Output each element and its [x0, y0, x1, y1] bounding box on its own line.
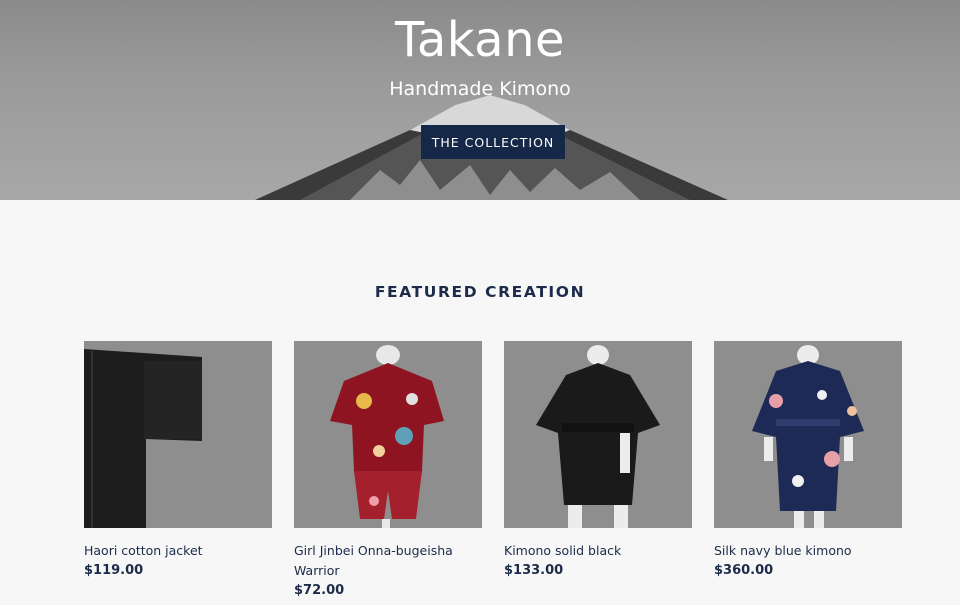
- featured-section-title: FEATURED CREATION: [374, 283, 586, 301]
- red-floral-jinbei-image: [294, 341, 482, 528]
- navy-floral-kimono-image: [714, 341, 902, 528]
- product-image-black-kimono[interactable]: [504, 341, 692, 528]
- product-image-navy-kimono[interactable]: [714, 341, 902, 528]
- black-haori-jacket-image: [84, 341, 272, 528]
- product-card[interactable]: Girl Jinbei Onna-bugeisha Warrior $72.00: [294, 341, 482, 601]
- product-image-jinbei[interactable]: [294, 341, 482, 528]
- product-name[interactable]: Kimono solid black: [504, 541, 692, 561]
- product-price: $360.00: [714, 563, 774, 578]
- collection-button[interactable]: THE COLLECTION: [421, 125, 565, 159]
- product-image-haori-jacket[interactable]: [84, 341, 272, 528]
- product-price: $119.00: [84, 563, 144, 578]
- product-name[interactable]: Haori cotton jacket: [84, 541, 272, 561]
- store-title: Takane: [394, 12, 566, 68]
- product-card[interactable]: Haori cotton jacket $119.00: [84, 341, 272, 581]
- hero-banner: Takane Handmade Kimono THE COLLECTION: [0, 0, 960, 200]
- product-name[interactable]: Girl Jinbei Onna-bugeisha Warrior: [294, 541, 482, 581]
- product-card[interactable]: Kimono solid black $133.00: [504, 341, 692, 581]
- black-kimono-mannequin-image: [504, 341, 692, 528]
- product-price: $72.00: [294, 583, 345, 598]
- store-subtitle: Handmade Kimono: [389, 78, 571, 100]
- product-card[interactable]: Silk navy blue kimono $360.00: [714, 341, 902, 581]
- product-price: $133.00: [504, 563, 564, 578]
- product-name[interactable]: Silk navy blue kimono: [714, 541, 902, 561]
